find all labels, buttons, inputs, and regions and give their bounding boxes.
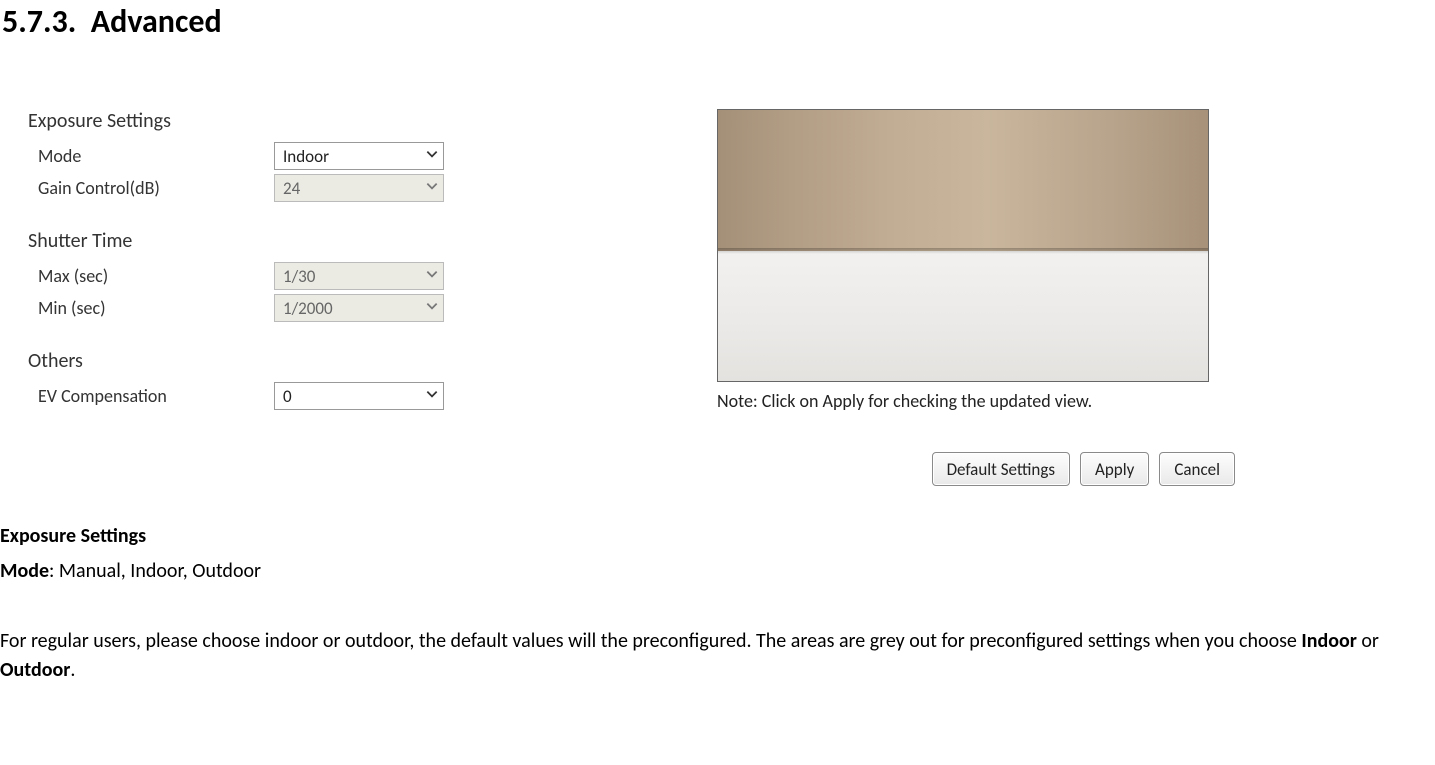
shutter-max-row: Max (sec) 1/30 xyxy=(22,261,492,291)
shutter-min-select: 1/2000 xyxy=(274,294,444,322)
body-mode-values: : Manual, Indoor, Outdoor xyxy=(49,559,261,583)
section-number: 5.7.3. xyxy=(2,2,76,41)
cancel-button[interactable]: Cancel xyxy=(1159,452,1235,486)
default-settings-button[interactable]: Default Settings xyxy=(932,452,1070,486)
body-or: or xyxy=(1357,629,1379,653)
body-para-a: For regular users, please choose indoor … xyxy=(0,629,1301,653)
shutter-max-label: Max (sec) xyxy=(22,265,274,287)
mode-value: Indoor xyxy=(283,146,329,167)
preview-note: Note: Click on Apply for checking the up… xyxy=(717,390,1237,412)
ev-value: 0 xyxy=(283,386,292,407)
body-period: . xyxy=(70,658,75,682)
body-mode-label: Mode xyxy=(0,559,49,583)
shutter-max-select: 1/30 xyxy=(274,262,444,290)
button-row: Default Settings Apply Cancel xyxy=(717,452,1237,486)
body-text: Exposure Settings Mode: Manual, Indoor, … xyxy=(0,522,1435,685)
chevron-down-icon xyxy=(421,387,443,406)
shutter-min-row: Min (sec) 1/2000 xyxy=(22,293,492,323)
gain-select: 24 xyxy=(274,174,444,202)
settings-panel: Exposure Settings Mode Indoor Gain Contr… xyxy=(22,109,492,486)
apply-button[interactable]: Apply xyxy=(1080,452,1149,486)
body-outdoor: Outdoor xyxy=(0,658,70,682)
section-heading: 5.7.3. Advanced xyxy=(2,2,1435,41)
exposure-settings-title: Exposure Settings xyxy=(28,109,492,133)
shutter-title: Shutter Time xyxy=(28,229,492,253)
ev-row: EV Compensation 0 xyxy=(22,381,492,411)
mode-select[interactable]: Indoor xyxy=(274,142,444,170)
gain-label: Gain Control(dB) xyxy=(22,177,274,199)
mode-row: Mode Indoor xyxy=(22,141,492,171)
chevron-down-icon xyxy=(421,179,443,198)
body-exposure-title: Exposure Settings xyxy=(0,524,146,548)
chevron-down-icon xyxy=(421,299,443,318)
ev-label: EV Compensation xyxy=(22,385,274,407)
section-title: Advanced xyxy=(91,2,222,41)
gain-row: Gain Control(dB) 24 xyxy=(22,173,492,203)
chevron-down-icon xyxy=(421,267,443,286)
body-indoor: Indoor xyxy=(1301,629,1356,653)
chevron-down-icon xyxy=(421,147,443,166)
preview-image xyxy=(717,109,1209,382)
shutter-max-value: 1/30 xyxy=(283,266,315,287)
shutter-min-value: 1/2000 xyxy=(283,298,333,319)
ev-select[interactable]: 0 xyxy=(274,382,444,410)
shutter-min-label: Min (sec) xyxy=(22,297,274,319)
gain-value: 24 xyxy=(283,178,300,199)
others-title: Others xyxy=(28,349,492,373)
mode-label: Mode xyxy=(22,145,274,167)
